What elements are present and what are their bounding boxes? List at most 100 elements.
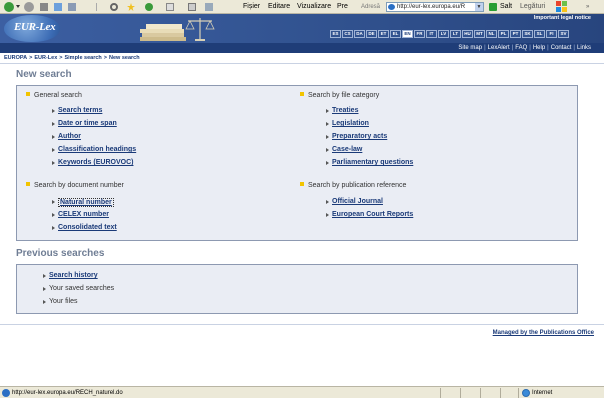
home-icon[interactable] (68, 3, 76, 11)
breadcrumb-simple-search[interactable]: Simple search (64, 55, 101, 61)
arrow-icon (326, 148, 329, 152)
previous-searches-panel: Search history Your saved searches Your … (16, 264, 578, 314)
links-label[interactable]: Legături (520, 2, 545, 12)
previous-searches-title: Previous searches (16, 248, 105, 259)
util-link-contact[interactable]: Contact (551, 45, 572, 51)
breadcrumb-eurlex[interactable]: EUR-Lex (34, 55, 57, 61)
breadcrumb-europa[interactable]: EUROPA (4, 55, 27, 61)
arrow-icon (43, 300, 46, 304)
link-consolidated-text[interactable]: Consolidated text (58, 224, 117, 231)
link-keywords-eurovoc[interactable]: Keywords (EUROVOC) (58, 159, 133, 166)
arrow-icon (52, 213, 55, 217)
mail-icon[interactable] (166, 3, 174, 11)
publications-office-link[interactable]: Managed by the Publications Office (493, 330, 594, 336)
link-european-court-reports[interactable]: European Court Reports (332, 211, 413, 218)
menu-favorites[interactable]: Pre (337, 2, 348, 12)
lang-nl[interactable]: NL (486, 30, 497, 38)
legal-notice-link[interactable]: Important legal notice (534, 15, 591, 21)
link-legislation[interactable]: Legislation (332, 120, 369, 127)
lang-hu[interactable]: HU (462, 30, 473, 38)
arrow-icon (326, 213, 329, 217)
edit-icon[interactable] (205, 3, 213, 11)
address-bar[interactable]: http://eur-lex.europa.eu/R ▼ (386, 2, 484, 12)
menu-view[interactable]: Vizualizare (297, 2, 331, 12)
menu-edit[interactable]: Editare (268, 2, 290, 12)
lang-lt[interactable]: LT (450, 30, 461, 38)
lang-lv[interactable]: LV (438, 30, 449, 38)
go-button[interactable]: Salt (500, 2, 512, 12)
link-official-journal[interactable]: Official Journal (332, 198, 383, 205)
link-classification-headings[interactable]: Classification headings (58, 146, 136, 153)
link-author[interactable]: Author (58, 133, 81, 140)
print-icon[interactable] (188, 3, 196, 11)
lang-da[interactable]: DA (354, 30, 365, 38)
internet-zone-label: Internet (532, 390, 553, 396)
arrow-icon (52, 226, 55, 230)
lang-mt[interactable]: MT (474, 30, 485, 38)
lang-fi[interactable]: FI (546, 30, 557, 38)
lang-sk[interactable]: SK (522, 30, 533, 38)
lang-el[interactable]: EL (390, 30, 401, 38)
link-natural-number[interactable]: Natural number (58, 198, 114, 207)
section-bullet-icon (26, 182, 30, 186)
lang-fr[interactable]: FR (414, 30, 425, 38)
arrow-icon (52, 122, 55, 126)
lang-de[interactable]: DE (366, 30, 377, 38)
refresh-icon[interactable] (54, 3, 62, 11)
favorites-icon[interactable] (127, 3, 135, 11)
lang-es[interactable]: ES (330, 30, 341, 38)
lang-sl[interactable]: SL (534, 30, 545, 38)
link-case-law[interactable]: Case-law (332, 146, 362, 153)
back-dropdown-icon[interactable] (16, 5, 20, 8)
utility-links: Site map | LexAlert | FAQ | Help | Contact | Links (458, 45, 591, 51)
lang-sv[interactable]: SV (558, 30, 569, 38)
lang-pl[interactable]: PL (498, 30, 509, 38)
toolbar-chevron-icon[interactable]: » (586, 2, 589, 12)
footer-divider (0, 324, 604, 325)
address-dropdown-icon[interactable]: ▼ (475, 3, 483, 11)
link-celex-number[interactable]: CELEX number (58, 211, 109, 218)
arrow-icon (52, 161, 55, 165)
lang-it[interactable]: IT (426, 30, 437, 38)
util-link-faq[interactable]: FAQ (515, 45, 527, 51)
browser-toolbar: Fișier Editare Vizualizare Pre Adresă ht… (0, 0, 604, 14)
file-category-heading: Search by file category (300, 92, 379, 99)
status-bar: http://eur-lex.europa.eu/RECH_naturel.do… (0, 386, 604, 398)
history-icon[interactable] (145, 3, 153, 11)
eurlex-banner: EUR-Lex Important legal notice (0, 14, 604, 43)
back-icon[interactable] (4, 2, 14, 12)
breadcrumb-new-search: New search (109, 55, 140, 61)
lang-et[interactable]: ET (378, 30, 389, 38)
arrow-icon (43, 274, 46, 278)
toolbar-separator (96, 3, 97, 11)
link-parliamentary-questions[interactable]: Parliamentary questions (332, 159, 413, 166)
section-bullet-icon (300, 182, 304, 186)
lang-cs[interactable]: CS (342, 30, 353, 38)
util-link-help[interactable]: Help (533, 45, 545, 51)
status-divider (460, 388, 461, 398)
page-title: New search (16, 69, 72, 80)
link-search-history[interactable]: Search history (49, 272, 98, 279)
forward-icon[interactable] (24, 2, 34, 12)
go-arrow-icon[interactable] (489, 3, 497, 11)
arrow-icon (43, 287, 46, 291)
util-link-lexalert[interactable]: LexAlert (488, 45, 510, 51)
link-preparatory-acts[interactable]: Preparatory acts (332, 133, 387, 140)
status-url: http://eur-lex.europa.eu/RECH_naturel.do (12, 390, 123, 396)
search-icon[interactable] (110, 3, 118, 11)
section-bullet-icon (26, 92, 30, 96)
link-date-or-time-span[interactable]: Date or time span (58, 120, 117, 127)
publication-reference-heading: Search by publication reference (300, 182, 406, 189)
breadcrumb-divider (0, 63, 604, 64)
status-divider (518, 388, 519, 398)
stop-icon[interactable] (40, 3, 48, 11)
new-search-panel: General search Search terms Date or time… (16, 85, 578, 241)
util-link-links[interactable]: Links (577, 45, 591, 51)
lang-en[interactable]: EN (402, 30, 413, 38)
link-treaties[interactable]: Treaties (332, 107, 358, 114)
menu-file[interactable]: Fișier (243, 2, 260, 12)
util-link-site-map[interactable]: Site map (458, 45, 482, 51)
eurlex-logo[interactable]: EUR-Lex (14, 21, 56, 33)
lang-pt[interactable]: PT (510, 30, 521, 38)
link-search-terms[interactable]: Search terms (58, 107, 102, 114)
